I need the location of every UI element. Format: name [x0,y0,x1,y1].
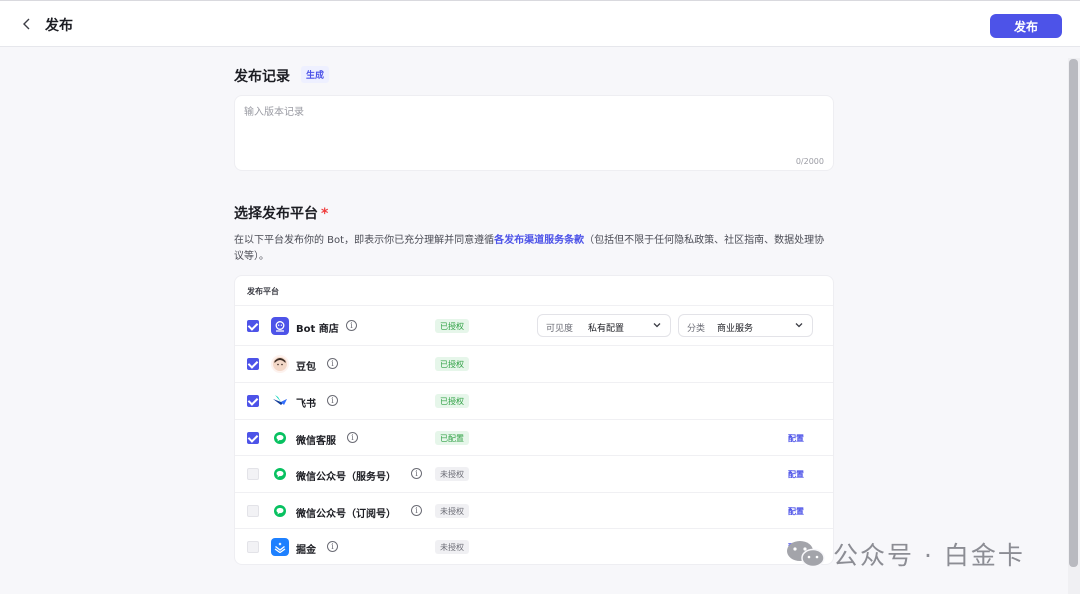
doubao-icon [271,355,289,373]
release-notes-title: 发布记录 [234,69,290,85]
platform-row-doubao: 豆包 i 已授权 [235,346,833,383]
category-value: 商业服务 [717,324,754,334]
wechat-icon [271,502,289,520]
release-notes-input[interactable]: 输入版本记录 0/2000 [234,95,834,171]
platform-row-juejin: 掘金 i 未授权 配置 [235,529,833,564]
info-icon[interactable]: i [411,505,422,516]
platform-row-wechat-subscription: 微信公众号（订阅号） i 未授权 配置 [235,493,833,529]
configure-link[interactable]: 配置 [788,433,804,444]
page-title: 发布 [45,18,73,34]
info-icon[interactable]: i [327,358,338,369]
feishu-icon [271,392,289,410]
configure-link[interactable]: 配置 [788,506,804,517]
category-select[interactable]: 分类 商业服务 [678,314,813,337]
info-icon[interactable]: i [411,468,422,479]
platform-table: 发布平台 Bot 商店 i 已授权 可见度 私有配置 分类 商业服务 豆包 i … [234,275,834,565]
chevron-down-icon [794,320,804,333]
info-icon[interactable]: i [346,320,357,331]
bot-store-icon [271,317,289,335]
chevron-down-icon [652,320,662,333]
platform-name: 微信客服 [296,436,336,447]
status-badge: 已授权 [435,319,469,333]
status-badge: 未授权 [435,504,469,518]
platform-checkbox[interactable] [247,505,259,517]
status-badge: 未授权 [435,467,469,481]
platform-row-bot-store: Bot 商店 i 已授权 可见度 私有配置 分类 商业服务 [235,306,833,346]
status-badge: 已授权 [435,357,469,371]
juejin-icon [271,538,289,556]
info-icon[interactable]: i [347,432,358,443]
platform-checkbox[interactable] [247,358,259,370]
back-icon[interactable] [17,14,37,34]
info-icon[interactable]: i [327,395,338,406]
watermark-wechat-icon [785,538,827,570]
visibility-value: 私有配置 [588,324,625,334]
wechat-icon [271,429,289,447]
top-bar: 发布 发布 [0,0,1080,47]
terms-link[interactable]: 各发布渠道服务条款 [494,235,584,246]
platform-name: 豆包 [296,362,316,373]
platform-checkbox[interactable] [247,468,259,480]
platform-row-wechat-service: 微信客服 i 已配置 配置 [235,420,833,456]
publish-button[interactable]: 发布 [990,14,1062,38]
status-badge: 未授权 [435,540,469,554]
platform-row-wechat-service-account: 微信公众号（服务号） i 未授权 配置 [235,456,833,493]
char-counter: 0/2000 [795,157,824,166]
platform-title-text: 选择发布平台 [234,206,318,222]
platform-name: 微信公众号（服务号） [296,472,396,483]
visibility-label: 可见度 [546,324,574,334]
watermark-text: 公众号 · 白金卡 [833,541,1025,570]
platform-row-feishu: 飞书 i 已授权 [235,383,833,420]
table-header: 发布平台 [235,276,833,306]
platform-name: 飞书 [296,399,316,410]
visibility-select[interactable]: 可见度 私有配置 [537,314,671,337]
scrollbar-thumb[interactable] [1069,59,1078,567]
platform-name: 掘金 [296,545,316,556]
info-icon[interactable]: i [327,541,338,552]
category-label: 分类 [687,324,706,334]
terms-description: 在以下平台发布你的 Bot，即表示你已充分理解并同意遵循各发布渠道服务条款（包括… [234,233,834,265]
table-header-label: 发布平台 [247,287,279,296]
release-notes-placeholder: 输入版本记录 [244,107,304,118]
generate-button[interactable]: 生成 [301,66,330,83]
platform-name: Bot 商店 [296,324,339,335]
platform-checkbox[interactable] [247,432,259,444]
platform-checkbox[interactable] [247,395,259,407]
platform-checkbox[interactable] [247,541,259,553]
configure-link[interactable]: 配置 [788,469,804,480]
status-badge: 已授权 [435,394,469,408]
watermark: 公众号 · 白金卡 [785,536,1025,572]
desc-prefix: 在以下平台发布你的 Bot，即表示你已充分理解并同意遵循 [234,235,495,246]
status-badge: 已配置 [435,431,469,445]
platform-name: 微信公众号（订阅号） [296,509,396,520]
required-mark: * [321,206,329,222]
wechat-icon [271,465,289,483]
platform-section-title: 选择发布平台 * [234,203,328,223]
platform-checkbox[interactable] [247,320,259,332]
